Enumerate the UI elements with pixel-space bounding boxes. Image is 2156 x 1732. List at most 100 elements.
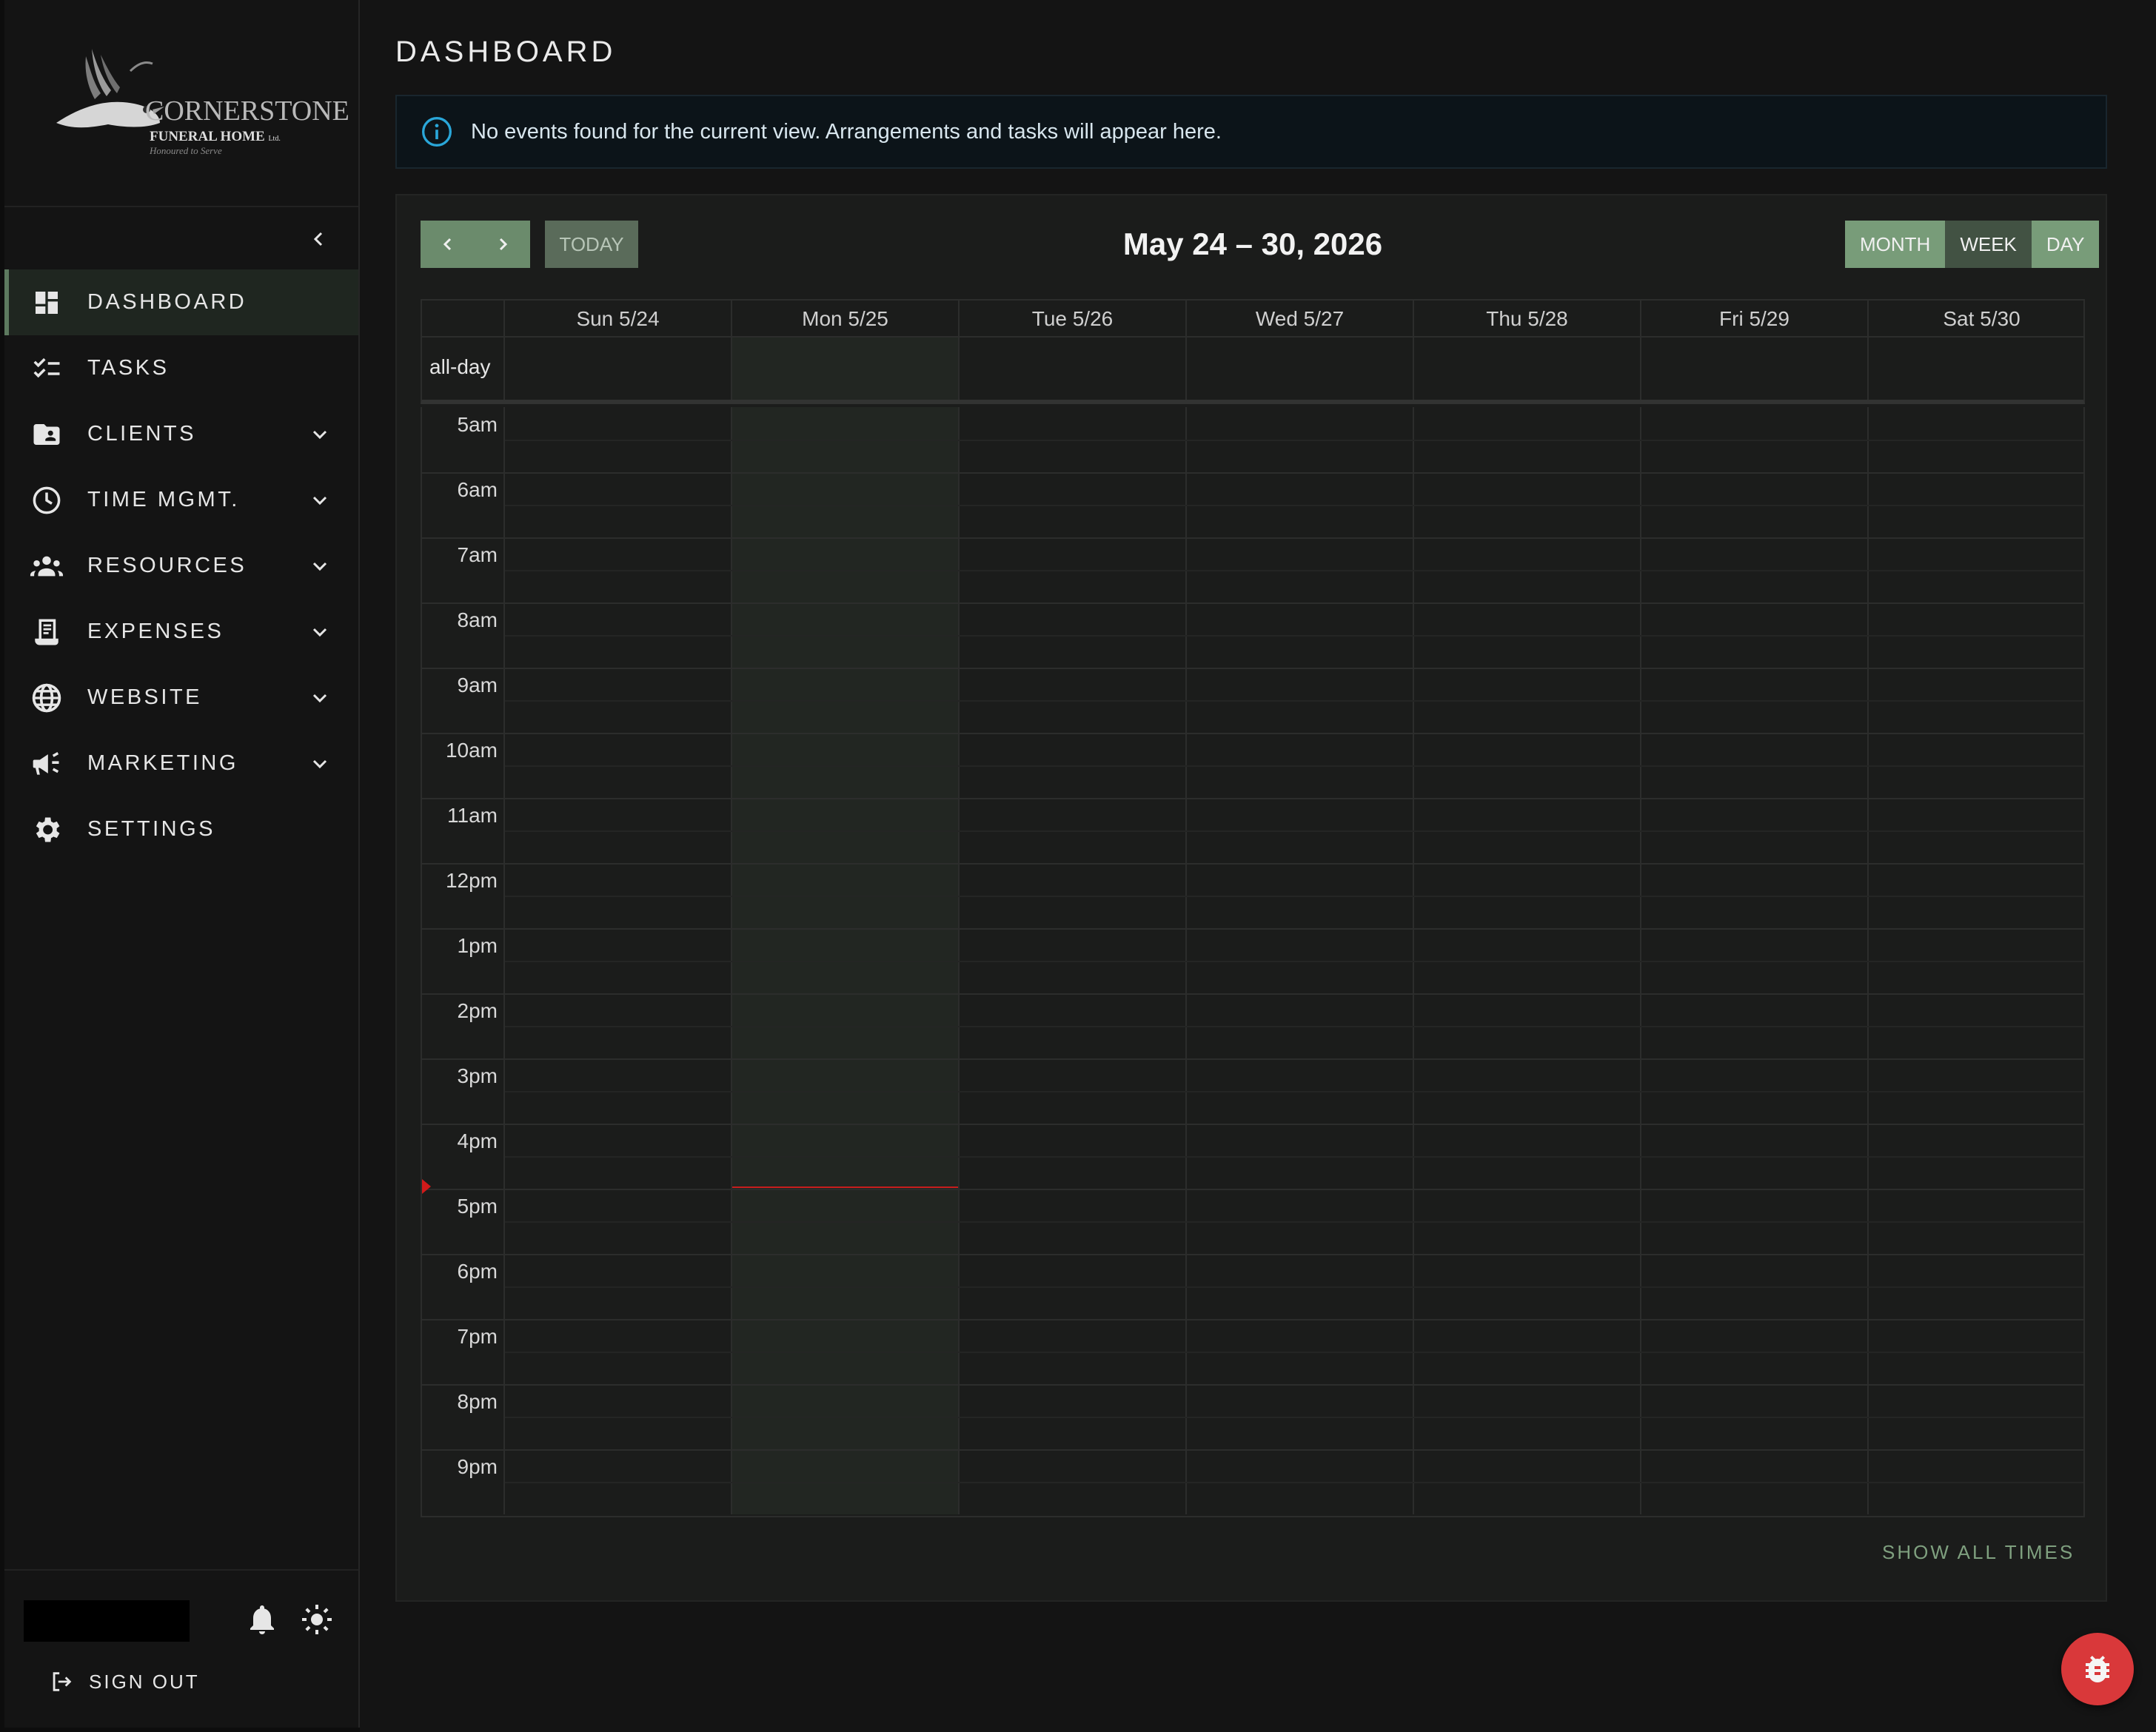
- receipt-icon: [28, 614, 65, 651]
- day-header[interactable]: Sun 5/24: [503, 301, 731, 336]
- time-label: 8pm: [457, 1390, 498, 1413]
- sidebar-divider: [4, 1569, 358, 1571]
- half-hour-line: [505, 765, 2083, 767]
- chevron-down-icon[interactable]: [304, 682, 336, 714]
- info-icon: [422, 117, 452, 147]
- time-label: 10am: [445, 739, 498, 762]
- hour-line: [422, 1189, 2083, 1190]
- time-grid[interactable]: 5am 6am 7am 8am 9am 10am 11am 12pm 1pm 2pm 3pm 4pm 5…: [421, 407, 2085, 1517]
- sidebar-item-tasks[interactable]: TASKS: [4, 335, 358, 401]
- brand-tagline: Honoured to Serve: [150, 145, 222, 156]
- hour-line: [422, 863, 2083, 865]
- half-hour-line: [505, 961, 2083, 962]
- theme-toggle-button[interactable]: [299, 1602, 335, 1637]
- bug-report-button[interactable]: [2061, 1633, 2134, 1705]
- megaphone-icon: [28, 745, 65, 782]
- sidebar-item-label: TASKS: [87, 356, 170, 380]
- sidebar-item-clients[interactable]: CLIENTS: [4, 401, 358, 467]
- now-indicator-line: [732, 1186, 958, 1189]
- chevron-left-icon: [443, 238, 452, 251]
- chevron-down-icon[interactable]: [304, 418, 336, 451]
- view-week-button[interactable]: WEEK: [1945, 221, 2032, 268]
- chevron-down-icon[interactable]: [304, 550, 336, 583]
- brand-name: CORNERSTONE: [145, 95, 349, 127]
- sidebar-item-label: DASHBOARD: [87, 290, 247, 314]
- prev-button[interactable]: [421, 221, 475, 268]
- bell-icon: [250, 1605, 274, 1634]
- sidebar-nav: DASHBOARD TASKS CLIENTS TIME MGMT. RESOU…: [4, 269, 358, 862]
- globe-icon: [28, 679, 65, 716]
- notifications-button[interactable]: [244, 1602, 280, 1637]
- time-label: 8am: [457, 608, 498, 631]
- hour-line: [422, 1449, 2083, 1451]
- sidebar-item-resources[interactable]: RESOURCES: [4, 533, 358, 599]
- sidebar-item-label: CLIENTS: [87, 422, 196, 446]
- sun-icon: [302, 1605, 332, 1634]
- all-day-cell[interactable]: [503, 338, 731, 400]
- chevron-right-icon: [499, 238, 508, 251]
- logout-icon: [53, 1672, 72, 1691]
- half-hour-line: [505, 1221, 2083, 1223]
- hour-line: [422, 928, 2083, 930]
- day-header[interactable]: Mon 5/25: [731, 301, 958, 336]
- day-header[interactable]: Thu 5/28: [1413, 301, 1640, 336]
- half-hour-line: [505, 1286, 2083, 1288]
- all-day-row[interactable]: all-day: [421, 338, 2085, 404]
- day-header[interactable]: Tue 5/26: [958, 301, 1185, 336]
- chevron-left-icon: [313, 232, 323, 246]
- all-day-cell[interactable]: [1867, 338, 2095, 400]
- half-hour-line: [505, 1156, 2083, 1158]
- view-month-button[interactable]: MONTH: [1845, 221, 1946, 268]
- all-day-cell[interactable]: [958, 338, 1185, 400]
- sidebar-item-label: TIME MGMT.: [87, 488, 240, 511]
- time-label: 4pm: [457, 1130, 498, 1152]
- half-hour-line: [505, 635, 2083, 637]
- all-day-cell[interactable]: [1185, 338, 1413, 400]
- sign-out-button[interactable]: SIGN OUT: [49, 1665, 200, 1698]
- now-indicator-arrow: [422, 1179, 431, 1195]
- today-button[interactable]: TODAY: [545, 221, 638, 268]
- all-day-cell[interactable]: [1413, 338, 1640, 400]
- sidebar-item-expenses[interactable]: EXPENSES: [4, 599, 358, 665]
- chevron-down-icon[interactable]: [304, 484, 336, 517]
- sidebar-item-marketing[interactable]: MARKETING: [4, 731, 358, 796]
- sidebar-item-settings[interactable]: SETTINGS: [4, 796, 358, 862]
- view-day-button[interactable]: DAY: [2031, 221, 2100, 268]
- collapse-sidebar-button[interactable]: [304, 224, 335, 255]
- hour-line: [422, 798, 2083, 799]
- time-label: 6pm: [457, 1260, 498, 1283]
- brand-subtitle: FUNERAL HOME Ltd.: [150, 129, 281, 144]
- all-day-cell[interactable]: [1640, 338, 1867, 400]
- sidebar: CORNERSTONE FUNERAL HOME Ltd. Honoured t…: [4, 0, 360, 1728]
- sidebar-item-dashboard[interactable]: DASHBOARD: [4, 269, 358, 335]
- half-hour-line: [505, 1091, 2083, 1092]
- page-title: DASHBOARD: [395, 36, 617, 68]
- sidebar-item-label: WEBSITE: [87, 685, 203, 709]
- day-header[interactable]: Sat 5/30: [1867, 301, 2095, 336]
- time-label: 2pm: [457, 999, 498, 1022]
- half-hour-line: [505, 896, 2083, 897]
- sidebar-item-time-mgmt[interactable]: TIME MGMT.: [4, 467, 358, 533]
- info-alert: No events found for the current view. Ar…: [395, 95, 2107, 169]
- day-header[interactable]: Wed 5/27: [1185, 301, 1413, 336]
- dashboard-icon: [28, 284, 65, 321]
- all-day-cell[interactable]: [731, 338, 958, 400]
- sidebar-item-label: MARKETING: [87, 751, 238, 775]
- half-hour-line: [505, 700, 2083, 702]
- chevron-down-icon[interactable]: [304, 748, 336, 780]
- show-all-times-button[interactable]: SHOW ALL TIMES: [1882, 1541, 2075, 1564]
- all-day-label: all-day: [429, 355, 491, 378]
- time-label: 5am: [457, 413, 498, 436]
- hour-line: [422, 472, 2083, 474]
- chevron-down-icon[interactable]: [304, 616, 336, 648]
- bug-icon: [2086, 1656, 2109, 1682]
- day-header-row: Sun 5/24 Mon 5/25 Tue 5/26 Wed 5/27 Thu 5/28…: [421, 299, 2085, 338]
- sidebar-item-website[interactable]: WEBSITE: [4, 665, 358, 731]
- day-header[interactable]: Fri 5/29: [1640, 301, 1867, 336]
- time-label: 7am: [457, 543, 498, 566]
- main-content: DASHBOARD No events found for the curren…: [360, 0, 2156, 1732]
- view-switcher: MONTH WEEK DAY: [1845, 221, 2100, 268]
- sidebar-item-label: RESOURCES: [87, 554, 247, 577]
- hour-line: [422, 1384, 2083, 1386]
- next-button[interactable]: [475, 221, 530, 268]
